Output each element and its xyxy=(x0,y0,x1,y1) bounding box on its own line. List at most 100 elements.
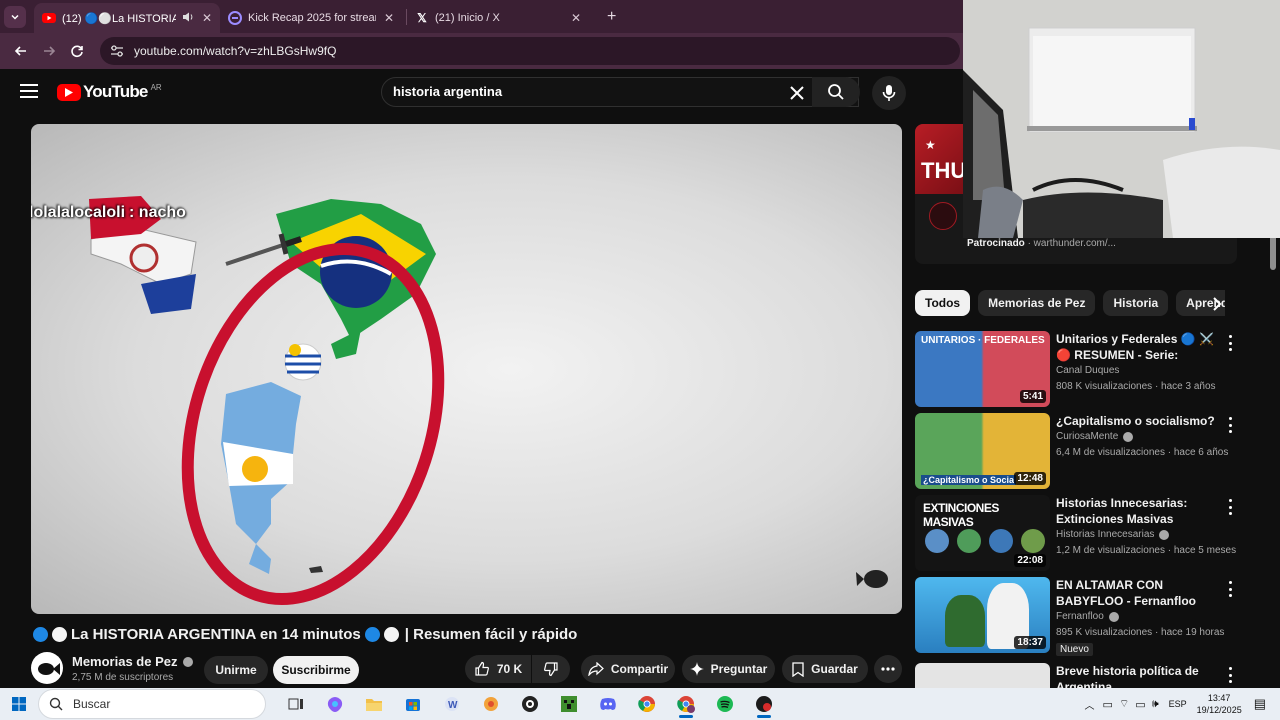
discord-icon[interactable] xyxy=(588,688,627,720)
windows-logo-icon xyxy=(12,697,26,711)
wifi-icon[interactable]: ⌔ xyxy=(1119,697,1129,711)
share-button[interactable]: Compartir xyxy=(581,655,675,683)
channel-avatar[interactable] xyxy=(31,652,63,684)
windows-taskbar: Buscar W ︿ ▭ ⌔ ▭ 🕪 ESP 13:47 19/12/2025 … xyxy=(0,688,1280,720)
more-vertical-icon[interactable] xyxy=(1227,581,1233,597)
close-tab-icon[interactable]: ✕ xyxy=(384,11,394,25)
share-arrow-icon xyxy=(588,662,604,676)
save-button[interactable]: Guardar xyxy=(782,655,868,683)
channel-name[interactable]: Memorias de Pez xyxy=(72,654,193,669)
site-info-icon[interactable] xyxy=(110,45,124,57)
webcam-room-scene xyxy=(963,0,1280,238)
reload-button[interactable] xyxy=(66,40,88,62)
minecraft-icon[interactable] xyxy=(549,688,588,720)
join-button[interactable]: Unirme xyxy=(204,656,268,684)
new-tab-icon[interactable]: + xyxy=(607,8,616,26)
video-title-main: La HISTORIA ARGENTINA en 14 minutos xyxy=(71,626,361,643)
search-box[interactable] xyxy=(381,77,859,107)
word-app-icon[interactable]: W xyxy=(432,688,471,720)
browser-tab-youtube[interactable]: (12) 🔵⚪La HISTORIA ARG ✕ xyxy=(34,3,220,33)
recommendation-title: Historias Innecesarias: Extinciones Masi… xyxy=(1056,496,1188,526)
recommendation-meta: 1,2 M de visualizaciones · hace 5 meses xyxy=(1056,545,1237,556)
app-icon[interactable] xyxy=(744,688,783,720)
dislike-button[interactable] xyxy=(532,655,570,683)
spotify-icon[interactable] xyxy=(705,688,744,720)
video-thumbnail[interactable]: EXTINCIONES MASIVAS 22:08 xyxy=(915,495,1050,571)
page-scrollbar-thumb[interactable] xyxy=(1270,235,1276,270)
language-indicator[interactable]: ESP xyxy=(1169,699,1187,709)
chevron-up-icon[interactable]: ︿ xyxy=(1085,697,1095,712)
recommendation-title: Unitarios y Federales 🔵 ⚔️ 🔴 RESUMEN - S… xyxy=(1056,332,1214,362)
speaker-icon[interactable] xyxy=(182,11,194,26)
search-input[interactable] xyxy=(393,84,773,99)
filter-chips: Todos Memorias de Pez Historia Aprend xyxy=(915,290,1225,316)
notifications-icon[interactable]: ▤ xyxy=(1254,696,1266,712)
recommendation-channel: CuriosaMente xyxy=(1056,431,1134,442)
chrome-icon[interactable] xyxy=(627,688,666,720)
chip-todos[interactable]: Todos xyxy=(915,290,971,316)
task-view-icon[interactable] xyxy=(276,688,315,720)
video-thumbnail[interactable]: ¿Capitalismo o Socia 12:48 xyxy=(915,413,1050,489)
more-vertical-icon[interactable] xyxy=(1227,499,1233,515)
white-circle-emoji-icon xyxy=(52,627,67,642)
recommendation-item[interactable]: ¿Capitalismo o Socia 12:48 ¿Capitalismo … xyxy=(915,413,1240,489)
more-vertical-icon[interactable] xyxy=(1227,417,1233,433)
browser-tab-kick[interactable]: Kick Recap 2025 for streamers ✕ xyxy=(220,3,406,33)
tab-title: (12) 🔵⚪La HISTORIA ARG xyxy=(62,12,176,25)
more-vertical-icon[interactable] xyxy=(1227,335,1233,351)
tab-search-button[interactable] xyxy=(4,5,26,28)
recommendation-title: ¿Capitalismo o socialismo? xyxy=(1056,414,1215,428)
region-code: AR xyxy=(150,82,162,92)
x-favicon-icon: 𝕏 xyxy=(417,11,427,25)
start-button[interactable] xyxy=(0,688,38,720)
verified-icon xyxy=(1108,611,1119,622)
taskbar-apps: W xyxy=(276,688,783,720)
recommendation-item[interactable]: Breve historia política de Argentina xyxy=(915,663,1240,688)
network-icon[interactable]: ▭ xyxy=(1103,698,1113,711)
clock[interactable]: 13:47 19/12/2025 xyxy=(1197,692,1242,716)
video-player[interactable]: lolalalocaloli : nacho xyxy=(31,124,902,614)
recommendation-item[interactable]: 18:37 EN ALTAMAR CON BABYFLOO - Fernanfl… xyxy=(915,577,1240,656)
recommendation-item[interactable]: EXTINCIONES MASIVAS 22:08 Historias Inne… xyxy=(915,495,1240,571)
like-button[interactable]: 70 K xyxy=(465,655,531,683)
chrome-profile-icon[interactable] xyxy=(666,688,705,720)
ask-button[interactable]: Preguntar xyxy=(682,655,775,683)
url-text: youtube.com/watch?v=zhLBGsHw9fQ xyxy=(134,44,337,58)
close-tab-icon[interactable]: ✕ xyxy=(202,11,212,25)
recommendation-channel: Canal Duques xyxy=(1056,365,1120,376)
obs-icon[interactable] xyxy=(510,688,549,720)
search-button[interactable] xyxy=(812,77,860,107)
close-tab-icon[interactable]: ✕ xyxy=(571,11,581,25)
more-vertical-icon[interactable] xyxy=(1227,667,1233,683)
voice-search-button[interactable] xyxy=(872,76,906,110)
chip-historia[interactable]: Historia xyxy=(1103,290,1169,316)
youtube-logo[interactable]: YouTube AR xyxy=(57,82,162,102)
recommendation-item[interactable]: UNITARIOS · FEDERALES 5:41 Unitarios y F… xyxy=(915,331,1240,407)
display-icon[interactable]: ▭ xyxy=(1135,698,1145,711)
chevron-right-icon[interactable] xyxy=(1207,294,1227,314)
more-actions-button[interactable] xyxy=(874,655,902,683)
chat-overlay-message: lolalalocaloli : nacho xyxy=(31,204,186,222)
volume-icon[interactable]: 🕪 xyxy=(1152,698,1159,711)
browser-tab-x[interactable]: 𝕏 (21) Inicio / X ✕ xyxy=(407,3,593,33)
video-thumbnail[interactable]: UNITARIOS · FEDERALES 5:41 xyxy=(915,331,1050,407)
taskbar-search[interactable]: Buscar xyxy=(38,689,266,719)
copilot-icon[interactable] xyxy=(315,688,354,720)
clear-search-icon[interactable] xyxy=(788,84,806,102)
subscribe-button[interactable]: Suscribirme xyxy=(273,656,359,684)
recommendation-title: EN ALTAMAR CON BABYFLOO - Fernanfloo xyxy=(1056,578,1196,608)
video-thumbnail[interactable] xyxy=(915,663,1050,688)
search-icon xyxy=(49,697,63,711)
verified-icon xyxy=(1159,529,1170,540)
forward-button[interactable] xyxy=(38,40,60,62)
chip-memorias-de-pez[interactable]: Memorias de Pez xyxy=(978,290,1096,316)
ad-thumbnail[interactable]: ★ THU xyxy=(915,124,966,194)
menu-icon[interactable] xyxy=(20,84,38,98)
file-explorer-icon[interactable] xyxy=(354,688,393,720)
back-button[interactable] xyxy=(10,40,32,62)
microsoft-store-icon[interactable] xyxy=(393,688,432,720)
video-thumbnail[interactable]: 18:37 xyxy=(915,577,1050,653)
address-bar[interactable]: youtube.com/watch?v=zhLBGsHw9fQ xyxy=(100,37,960,65)
recommendation-channel: Historias Innecesarias xyxy=(1056,529,1170,540)
settings-gear-app-icon[interactable] xyxy=(471,688,510,720)
